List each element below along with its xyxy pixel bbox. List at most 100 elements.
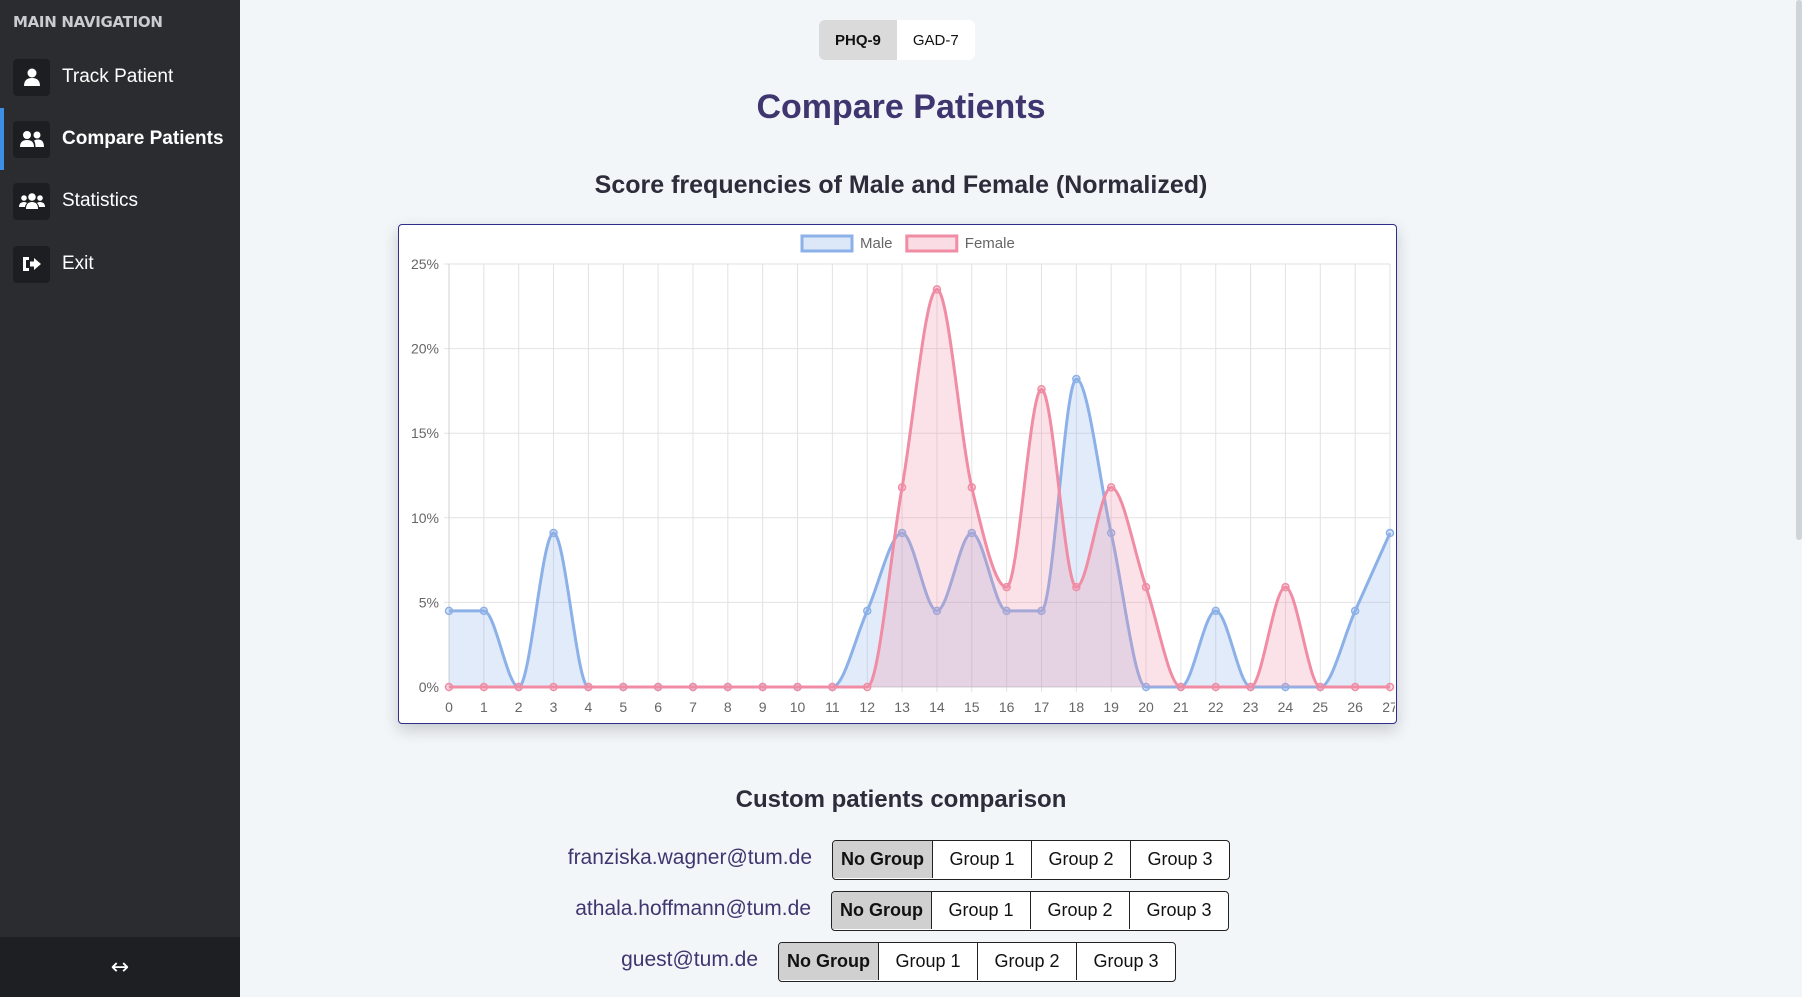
x-tick-label: 11	[825, 699, 840, 715]
female-data-point	[862, 682, 872, 692]
female-data-point	[1141, 582, 1151, 592]
female-legend-label: Female	[965, 235, 1015, 252]
x-tick-label: 4	[585, 699, 593, 715]
x-tick-label: 20	[1138, 699, 1154, 715]
x-tick-label: 10	[790, 699, 806, 715]
patient-email: athala.hoffmann@tum.de	[575, 897, 811, 920]
chart-title: Score frequencies of Male and Female (No…	[594, 171, 1208, 199]
group-option-group-2[interactable]: Group 2	[1031, 841, 1130, 878]
x-tick-label: 19	[1103, 699, 1119, 715]
female-data-point	[1037, 384, 1046, 394]
patient-email: guest@tum.de	[621, 948, 758, 971]
female-data-point	[897, 483, 907, 492]
sidebar-item-label: Compare Patients	[62, 128, 224, 149]
group-option-no-group[interactable]: No Group	[832, 892, 931, 929]
score-frequency-chart: 0%5%10%15%20%25%0 1 2 3 4 5 6 7 8 9 10 11 12 13 14 15 16…	[411, 234, 1395, 715]
x-tick-label: 23	[1243, 699, 1259, 715]
x-tick-label: 8	[724, 699, 732, 715]
x-tick-label: 15	[964, 699, 980, 715]
female-legend-swatch	[905, 234, 959, 253]
female-data-point	[1211, 682, 1220, 692]
x-tick-label: 21	[1173, 699, 1189, 715]
group-option-no-group[interactable]: No Group	[779, 943, 878, 980]
x-tick-label: 3	[550, 699, 558, 715]
x-tick-label: 16	[999, 699, 1015, 715]
tab-gad7[interactable]: GAD-7	[897, 20, 975, 60]
x-tick-label: 2	[515, 699, 523, 715]
group-option-group-1[interactable]: Group 1	[878, 943, 977, 980]
x-tick-label: 9	[759, 699, 767, 715]
male-data-point	[444, 606, 454, 616]
group-option-group-3[interactable]: Group 3	[1076, 943, 1175, 980]
male-data-point	[1072, 374, 1081, 384]
scale-toggle: PHQ-9 GAD-7	[819, 20, 975, 60]
female-data-point	[1246, 682, 1255, 692]
x-tick-label: 25	[1313, 699, 1329, 715]
female-data-point	[619, 682, 628, 692]
female-data-point	[1072, 582, 1081, 592]
x-tick-label: 0	[445, 699, 453, 715]
x-tick-label: 26	[1347, 699, 1363, 715]
group-option-group-2[interactable]: Group 2	[977, 943, 1076, 980]
sidebar-item-label: Exit	[62, 253, 94, 274]
group-option-no-group[interactable]: No Group	[833, 841, 932, 878]
patient-email: franziska.wagner@tum.de	[567, 846, 812, 869]
nav-heading: MAIN NAVIGATION	[13, 13, 163, 31]
tab-phq9[interactable]: PHQ-9	[819, 20, 897, 60]
female-data-point	[514, 682, 523, 692]
female-data-point	[1281, 582, 1290, 592]
female-data-point	[967, 483, 977, 492]
x-tick-label: 7	[689, 699, 697, 715]
female-data-point	[1385, 682, 1395, 692]
y-tick-label: 10%	[411, 510, 439, 526]
x-tick-label: 5	[619, 699, 627, 715]
male-data-point	[549, 528, 558, 538]
x-tick-label: 1	[480, 699, 488, 715]
group-option-group-1[interactable]: Group 1	[932, 841, 1031, 878]
female-data-point	[1316, 682, 1325, 692]
female-data-point	[688, 682, 698, 692]
female-data-point	[723, 682, 733, 692]
sidebar-item-exit[interactable]: Exit	[0, 233, 240, 295]
male-legend-label: Male	[860, 235, 893, 252]
female-data-point	[549, 682, 558, 692]
female-data-point	[444, 682, 454, 692]
male-legend-swatch	[800, 234, 854, 253]
patient-row: athala.hoffmann@tum.de No Group Group 1 Gro…	[0, 891, 1802, 931]
x-tick-label: 6	[654, 699, 662, 715]
group-option-group-3[interactable]: Group 3	[1129, 892, 1228, 929]
female-data-point	[932, 285, 942, 294]
comparison-title: Custom patients comparison	[735, 786, 1067, 813]
x-tick-label: 18	[1069, 699, 1085, 715]
x-tick-label: 22	[1208, 699, 1224, 715]
group-selector: No Group Group 1 Group 2 Group 3	[778, 942, 1176, 982]
patient-row: guest@tum.de No Group Group 1 Group 2 Group …	[0, 942, 1802, 982]
page-title: Compare Patients	[756, 88, 1046, 126]
male-data-point	[1385, 528, 1395, 538]
group-selector: No Group Group 1 Group 2 Group 3	[831, 891, 1229, 931]
y-tick-label: 5%	[419, 594, 439, 610]
female-data-point	[758, 682, 767, 692]
female-data-point	[828, 682, 837, 692]
female-data-point	[793, 682, 802, 692]
y-tick-label: 0%	[419, 679, 439, 695]
chart-card: 0% 5% 10% 15% 20% 25% 0 1 2 3 4 5 6 7 8 9 10 11 12 13 14 15 16…	[398, 224, 1397, 724]
male-data-point	[862, 606, 872, 616]
female-data-point	[1350, 682, 1360, 692]
female-data-point	[584, 682, 593, 692]
x-tick-label: 12	[859, 699, 875, 715]
male-data-point	[1211, 606, 1220, 616]
male-data-point	[1350, 606, 1360, 616]
group-option-group-1[interactable]: Group 1	[931, 892, 1030, 929]
female-data-point	[653, 682, 663, 692]
y-tick-label: 25%	[411, 256, 439, 272]
group-option-group-3[interactable]: Group 3	[1130, 841, 1229, 878]
page-scrollbar[interactable]	[1796, 0, 1802, 540]
y-tick-label: 15%	[411, 425, 439, 441]
group-option-group-2[interactable]: Group 2	[1030, 892, 1129, 929]
sign-out-icon	[13, 245, 50, 283]
patient-row: franziska.wagner@tum.de No Group Group 1 Gr…	[0, 840, 1802, 880]
x-tick-label: 14	[929, 699, 945, 715]
female-data-point	[1002, 582, 1011, 592]
x-tick-label: 13	[894, 699, 910, 715]
